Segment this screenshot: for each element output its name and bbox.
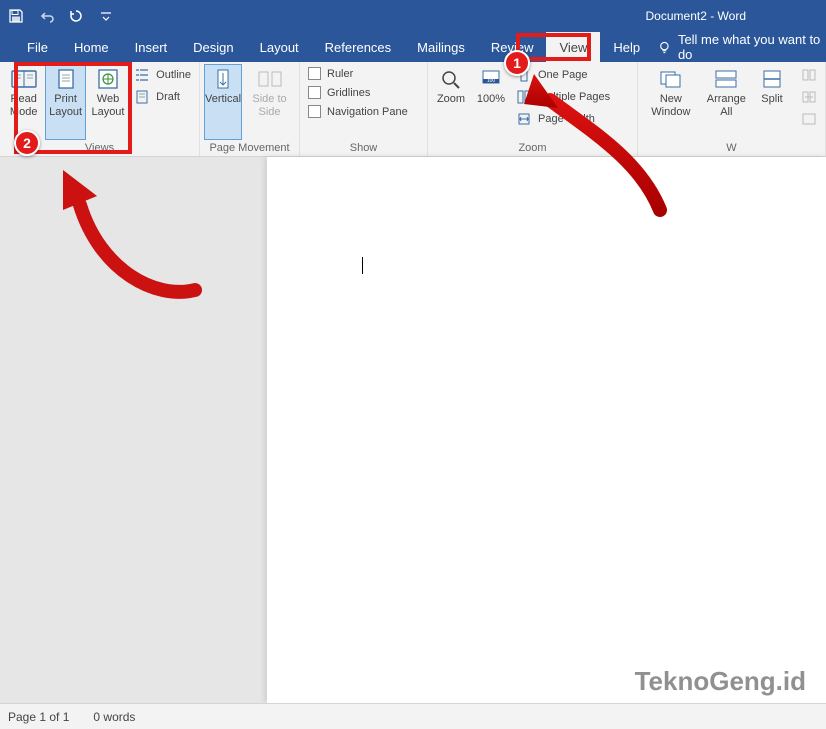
zoom-button[interactable]: Zoom — [432, 64, 470, 140]
zoom-100-icon: 100 — [477, 68, 505, 90]
page-width-button[interactable]: Page Width — [512, 110, 614, 128]
repeat-icon[interactable] — [68, 8, 84, 24]
split-label: Split — [761, 93, 782, 105]
multi-pages-label: Multiple Pages — [538, 91, 610, 103]
vertical-icon — [209, 68, 237, 90]
page-indicator[interactable]: Page 1 of 1 — [8, 710, 69, 724]
quick-access-toolbar — [8, 8, 114, 24]
group-window: New Window Arrange All Split W — [638, 62, 826, 156]
text-cursor — [362, 257, 363, 274]
zoom-group-label: Zoom — [432, 140, 633, 156]
navigation-pane-checkbox[interactable]: Navigation Pane — [304, 104, 412, 119]
page-movement-label: Page Movement — [204, 140, 295, 156]
tab-design[interactable]: Design — [180, 32, 246, 62]
zoom-100-label: 100% — [477, 93, 505, 105]
reset-window-icon — [801, 111, 817, 127]
vertical-button[interactable]: Vertical — [204, 64, 242, 140]
nav-label: Navigation Pane — [327, 106, 408, 118]
read-mode-icon — [10, 68, 38, 90]
ribbon: Read Mode Print Layout Web Layout Outlin… — [0, 62, 826, 157]
draft-icon — [134, 89, 150, 105]
tab-mailings[interactable]: Mailings — [404, 32, 478, 62]
checkbox-icon — [308, 105, 321, 118]
tab-view[interactable]: View — [546, 32, 600, 62]
arrange-all-icon — [712, 68, 740, 90]
window-group-label: W — [642, 140, 821, 156]
sync-scroll-button[interactable] — [797, 88, 821, 106]
multiple-pages-button[interactable]: Multiple Pages — [512, 88, 614, 106]
outline-button[interactable]: Outline — [130, 66, 195, 84]
group-show: Ruler Gridlines Navigation Pane Show — [300, 62, 428, 156]
tab-home[interactable]: Home — [61, 32, 122, 62]
tab-file[interactable]: File — [14, 32, 61, 62]
multiple-pages-icon — [516, 89, 532, 105]
annotation-badge-2: 2 — [14, 130, 40, 156]
svg-text:100: 100 — [487, 78, 496, 84]
show-group-label: Show — [304, 140, 423, 156]
ruler-checkbox[interactable]: Ruler — [304, 66, 412, 81]
split-icon — [758, 68, 786, 90]
vertical-label: Vertical — [205, 93, 241, 105]
tab-insert[interactable]: Insert — [122, 32, 181, 62]
sync-scroll-icon — [801, 89, 817, 105]
left-gutter — [0, 157, 267, 703]
outline-icon — [134, 67, 150, 83]
zoom-icon — [437, 68, 465, 90]
watermark: TeknoGeng.id — [635, 666, 806, 697]
outline-label: Outline — [156, 69, 191, 81]
new-window-button[interactable]: New Window — [642, 64, 700, 140]
web-layout-icon — [94, 68, 122, 90]
tab-layout[interactable]: Layout — [247, 32, 312, 62]
view-side-by-side-button[interactable] — [797, 66, 821, 84]
bulb-icon — [657, 39, 672, 55]
ribbon-tabs: File Home Insert Design Layout Reference… — [0, 32, 826, 62]
arrange-all-label: Arrange All — [707, 93, 746, 118]
group-zoom: Zoom 100 100% One Page Multiple Pages Pa… — [428, 62, 638, 156]
arrange-all-button[interactable]: Arrange All — [702, 64, 751, 140]
draft-label: Draft — [156, 91, 180, 103]
side-to-side-icon — [256, 68, 284, 90]
new-window-icon — [657, 68, 685, 90]
new-window-label: New Window — [651, 93, 690, 118]
read-mode-label: Read Mode — [10, 93, 38, 118]
word-count[interactable]: 0 words — [93, 710, 135, 724]
tell-me-label: Tell me what you want to do — [678, 32, 826, 62]
gridlines-label: Gridlines — [327, 87, 370, 99]
print-layout-button[interactable]: Print Layout — [45, 64, 85, 140]
checkbox-icon — [308, 67, 321, 80]
read-mode-button[interactable]: Read Mode — [4, 64, 43, 140]
document-page[interactable] — [267, 157, 826, 703]
page-width-icon — [516, 111, 532, 127]
reset-window-button[interactable] — [797, 110, 821, 128]
window-title: Document2 - Word — [0, 9, 826, 23]
split-button[interactable]: Split — [753, 64, 791, 140]
tell-me-search[interactable]: Tell me what you want to do — [657, 32, 826, 62]
print-layout-icon — [52, 68, 80, 90]
gridlines-checkbox[interactable]: Gridlines — [304, 85, 412, 100]
tab-help[interactable]: Help — [600, 32, 653, 62]
undo-icon[interactable] — [38, 8, 54, 24]
annotation-badge-1: 1 — [504, 50, 530, 76]
one-page-label: One Page — [538, 69, 588, 81]
title-bar: Document2 - Word — [0, 0, 826, 32]
page-width-label: Page Width — [538, 113, 595, 125]
customize-qat-icon[interactable] — [98, 8, 114, 24]
side-to-side-button[interactable]: Side to Side — [244, 64, 295, 140]
web-layout-label: Web Layout — [91, 93, 124, 118]
zoom-label: Zoom — [437, 93, 465, 105]
status-bar: Page 1 of 1 0 words — [0, 703, 826, 729]
side-to-side-label: Side to Side — [252, 93, 286, 118]
side-by-side-icon — [801, 67, 817, 83]
draft-button[interactable]: Draft — [130, 88, 195, 106]
group-page-movement: Vertical Side to Side Page Movement — [200, 62, 300, 156]
tab-references[interactable]: References — [312, 32, 404, 62]
save-icon[interactable] — [8, 8, 24, 24]
zoom-100-button[interactable]: 100 100% — [472, 64, 510, 140]
ruler-label: Ruler — [327, 68, 353, 80]
document-workspace — [0, 157, 826, 703]
print-layout-label: Print Layout — [49, 93, 82, 118]
web-layout-button[interactable]: Web Layout — [88, 64, 128, 140]
checkbox-icon — [308, 86, 321, 99]
